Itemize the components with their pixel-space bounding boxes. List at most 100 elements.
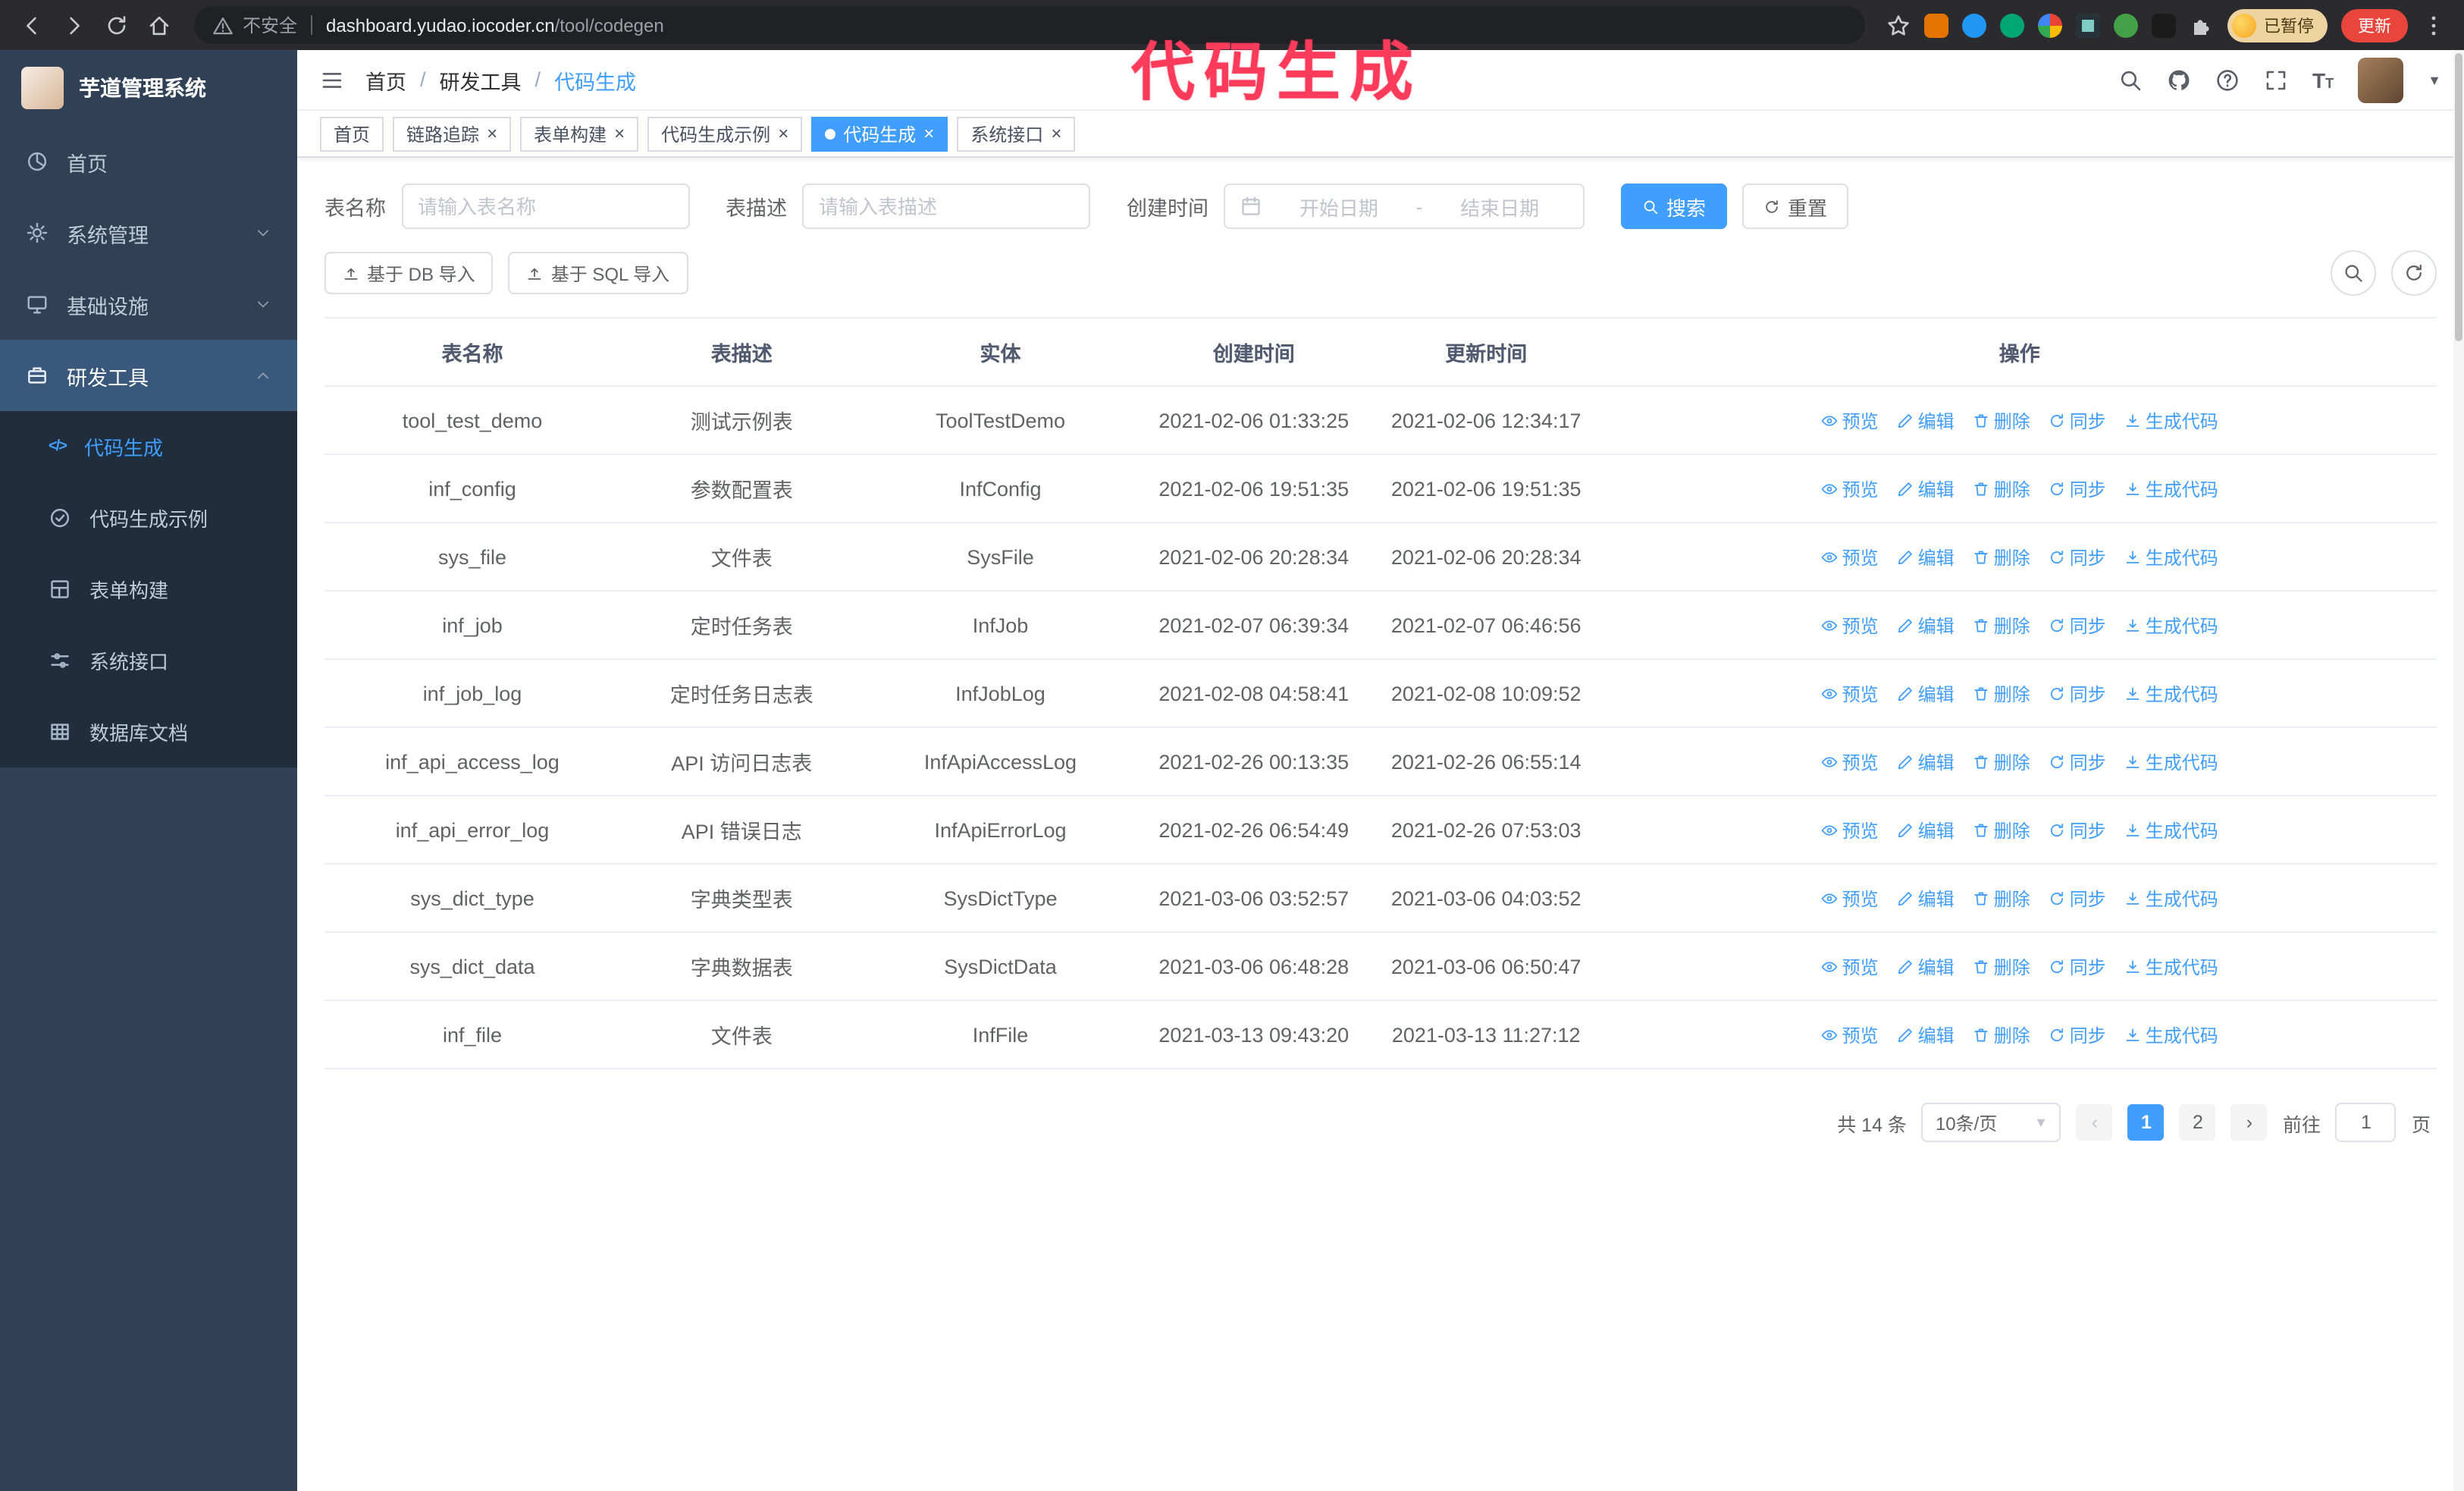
row-action-delete[interactable]: 删除 <box>1973 476 2030 501</box>
tab-api[interactable]: 系统接口 × <box>957 116 1076 151</box>
github-icon[interactable] <box>2167 67 2191 92</box>
scrollbar-thumb[interactable] <box>2455 53 2462 341</box>
search-icon[interactable] <box>2118 67 2143 92</box>
refresh-table-button[interactable] <box>2391 250 2437 296</box>
address-bar[interactable]: 不安全 dashboard.yudao.iocoder.cn/tool/code… <box>194 6 1865 44</box>
close-icon[interactable]: × <box>614 124 625 143</box>
reset-button[interactable]: 重置 <box>1742 184 1849 229</box>
breadcrumb-home[interactable]: 首页 <box>365 64 406 95</box>
row-action-edit[interactable]: 编辑 <box>1897 885 1955 911</box>
font-size-icon[interactable]: TT <box>2312 69 2334 90</box>
row-action-preview[interactable]: 预览 <box>1821 476 1879 501</box>
extension-icon-7[interactable] <box>2152 13 2176 37</box>
row-action-delete[interactable]: 删除 <box>1973 817 2030 843</box>
row-action-generate[interactable]: 生成代码 <box>2124 407 2218 433</box>
row-action-sync[interactable]: 同步 <box>2049 407 2106 433</box>
row-action-preview[interactable]: 预览 <box>1821 544 1879 570</box>
sidebar-item-infra[interactable]: 基础设施 <box>0 268 297 340</box>
row-action-preview[interactable]: 预览 <box>1821 885 1879 911</box>
tab-home[interactable]: 首页 <box>320 116 384 151</box>
row-action-preview[interactable]: 预览 <box>1821 749 1879 774</box>
sidebar-item-home[interactable]: 首页 <box>0 126 297 197</box>
help-question-icon[interactable] <box>2215 67 2240 92</box>
row-action-preview[interactable]: 预览 <box>1821 612 1879 638</box>
row-action-generate[interactable]: 生成代码 <box>2124 476 2218 501</box>
bookmark-star-icon[interactable] <box>1886 13 1911 37</box>
row-action-delete[interactable]: 删除 <box>1973 612 2030 638</box>
sidebar-item-codegen-example[interactable]: 代码生成示例 <box>0 482 297 554</box>
extension-icon-2[interactable] <box>1962 13 1986 37</box>
sidebar-item-api[interactable]: 系统接口 <box>0 625 297 696</box>
close-icon[interactable]: × <box>1051 124 1061 143</box>
breadcrumb-devtools[interactable]: 研发工具 <box>440 64 522 95</box>
row-action-edit[interactable]: 编辑 <box>1897 953 1955 979</box>
import-db-button[interactable]: 基于 DB 导入 <box>324 252 494 294</box>
chrome-update-button[interactable]: 更新 <box>2341 8 2408 42</box>
prev-page-button[interactable]: ‹ <box>2076 1104 2113 1141</box>
row-action-delete[interactable]: 删除 <box>1973 407 2030 433</box>
row-action-delete[interactable]: 删除 <box>1973 953 2030 979</box>
next-page-button[interactable]: › <box>2230 1104 2268 1141</box>
row-action-edit[interactable]: 编辑 <box>1897 817 1955 843</box>
row-action-edit[interactable]: 编辑 <box>1897 1022 1955 1047</box>
sidebar-item-codegen[interactable]: </> 代码生成 <box>0 411 297 482</box>
row-action-sync[interactable]: 同步 <box>2049 612 2106 638</box>
app-logo-block[interactable]: 芋道管理系统 <box>0 50 297 126</box>
page-size-select[interactable]: 10条/页 ▼ <box>1921 1103 2061 1142</box>
tab-tracing[interactable]: 链路追踪 × <box>393 116 512 151</box>
row-action-delete[interactable]: 删除 <box>1973 680 2030 706</box>
row-action-sync[interactable]: 同步 <box>2049 1022 2106 1047</box>
extensions-puzzle-icon[interactable] <box>2190 13 2214 37</box>
table-desc-input[interactable] <box>819 195 1074 218</box>
profile-paused-badge[interactable]: 已暂停 <box>2227 8 2328 42</box>
sidebar-item-form-builder[interactable]: 表单构建 <box>0 554 297 625</box>
sidebar-item-devtools[interactable]: 研发工具 <box>0 340 297 411</box>
row-action-delete[interactable]: 删除 <box>1973 1022 2030 1047</box>
row-action-delete[interactable]: 删除 <box>1973 885 2030 911</box>
tab-codegen-example[interactable]: 代码生成示例 × <box>647 116 803 151</box>
row-action-generate[interactable]: 生成代码 <box>2124 885 2218 911</box>
row-action-sync[interactable]: 同步 <box>2049 476 2106 501</box>
extension-icon-6[interactable] <box>2114 13 2138 37</box>
row-action-preview[interactable]: 预览 <box>1821 817 1879 843</box>
search-button[interactable]: 搜索 <box>1621 184 1728 229</box>
close-icon[interactable]: × <box>778 124 788 143</box>
row-action-edit[interactable]: 编辑 <box>1897 680 1955 706</box>
tab-form-builder[interactable]: 表单构建 × <box>520 116 639 151</box>
page-button-1[interactable]: 1 <box>2127 1104 2165 1141</box>
row-action-edit[interactable]: 编辑 <box>1897 749 1955 774</box>
toggle-search-button[interactable] <box>2331 250 2376 296</box>
row-action-sync[interactable]: 同步 <box>2049 817 2106 843</box>
close-icon[interactable]: × <box>923 124 934 143</box>
row-action-delete[interactable]: 删除 <box>1973 544 2030 570</box>
extension-icon-5[interactable] <box>2076 13 2100 37</box>
user-menu-caret-icon[interactable]: ▼ <box>2428 72 2441 87</box>
sidebar-item-db-doc[interactable]: 数据库文档 <box>0 696 297 767</box>
row-action-generate[interactable]: 生成代码 <box>2124 749 2218 774</box>
row-action-preview[interactable]: 预览 <box>1821 953 1879 979</box>
row-action-preview[interactable]: 预览 <box>1821 1022 1879 1047</box>
row-action-edit[interactable]: 编辑 <box>1897 476 1955 501</box>
user-avatar[interactable] <box>2358 57 2404 102</box>
page-button-2[interactable]: 2 <box>2179 1104 2216 1141</box>
sidebar-item-system[interactable]: 系统管理 <box>0 197 297 268</box>
row-action-edit[interactable]: 编辑 <box>1897 612 1955 638</box>
row-action-delete[interactable]: 删除 <box>1973 749 2030 774</box>
row-action-generate[interactable]: 生成代码 <box>2124 817 2218 843</box>
kebab-menu-icon[interactable] <box>2422 13 2446 37</box>
table-name-input[interactable] <box>418 195 672 218</box>
date-range-picker[interactable]: 开始日期 - 结束日期 <box>1224 184 1585 229</box>
row-action-preview[interactable]: 预览 <box>1821 680 1879 706</box>
row-action-generate[interactable]: 生成代码 <box>2124 544 2218 570</box>
import-sql-button[interactable]: 基于 SQL 导入 <box>508 252 688 294</box>
browser-home-button[interactable] <box>140 5 179 45</box>
row-action-sync[interactable]: 同步 <box>2049 544 2106 570</box>
browser-reload-button[interactable] <box>97 5 136 45</box>
row-action-generate[interactable]: 生成代码 <box>2124 612 2218 638</box>
close-icon[interactable]: × <box>487 124 497 143</box>
extension-icon-1[interactable] <box>1924 13 1948 37</box>
jump-page-input[interactable] <box>2335 1103 2397 1142</box>
tab-codegen-active[interactable]: 代码生成 × <box>811 116 948 151</box>
sidebar-fold-icon[interactable] <box>320 67 344 92</box>
browser-forward-button[interactable] <box>55 5 94 45</box>
